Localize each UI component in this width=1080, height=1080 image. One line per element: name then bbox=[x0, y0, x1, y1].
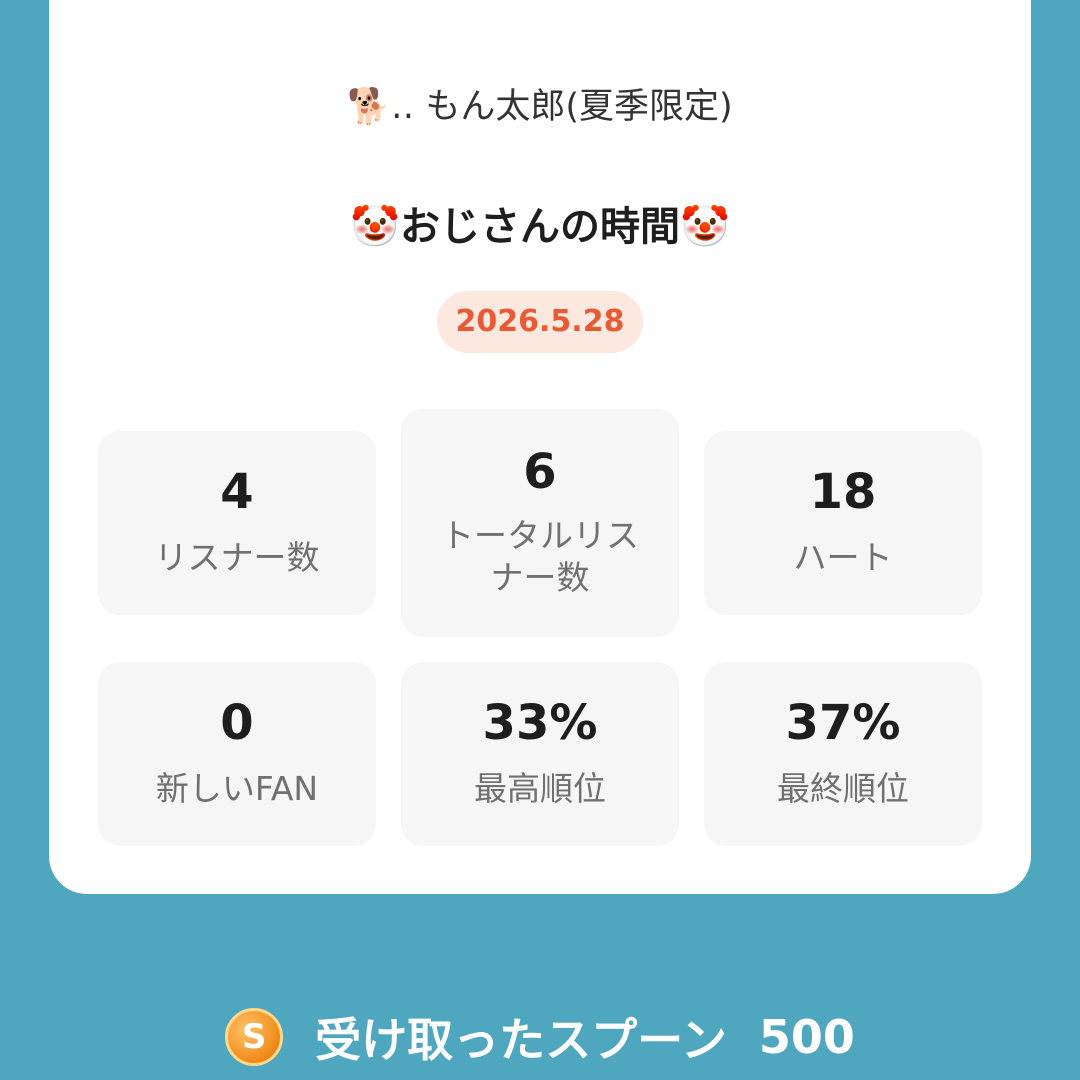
stat-label: ハート bbox=[793, 537, 893, 577]
stat-value: 0 bbox=[220, 695, 254, 752]
date-badge: 2026.5.28 bbox=[437, 291, 643, 353]
spoon-amount: 500 bbox=[758, 1010, 855, 1064]
stat-listeners: 4 リスナー数 bbox=[98, 431, 376, 615]
spoon-coin-icon: S bbox=[225, 1008, 284, 1066]
stat-hearts: 18 ハート bbox=[704, 431, 982, 615]
live-title: 🤡おじさんの時間🤡 bbox=[350, 204, 730, 250]
spoon-summary: S 受け取ったスプーン 500 bbox=[0, 1004, 1080, 1070]
username: 🐕‍‥ もん太郎(夏季限定) bbox=[347, 87, 733, 127]
stat-final-rank: 37% 最終順位 bbox=[704, 662, 982, 846]
stat-value: 6 bbox=[523, 443, 557, 500]
stat-total-listeners: 6 トータルリスナー数 bbox=[401, 409, 679, 637]
stat-value: 37% bbox=[785, 695, 901, 752]
spoon-label: 受け取ったスプーン bbox=[315, 1013, 727, 1067]
stat-label: 最高順位 bbox=[474, 768, 606, 808]
stat-label: リスナー数 bbox=[154, 537, 320, 577]
stat-value: 18 bbox=[809, 464, 877, 521]
stat-value: 33% bbox=[482, 695, 598, 752]
stat-label: 新しいFAN bbox=[155, 768, 319, 808]
stat-best-rank: 33% 最高順位 bbox=[401, 662, 679, 846]
stat-label: トータルリスナー数 bbox=[441, 515, 639, 598]
stat-value: 4 bbox=[220, 464, 254, 521]
stat-new-fans: 0 新しいFAN bbox=[98, 662, 376, 846]
stat-label: 最終順位 bbox=[777, 768, 909, 808]
